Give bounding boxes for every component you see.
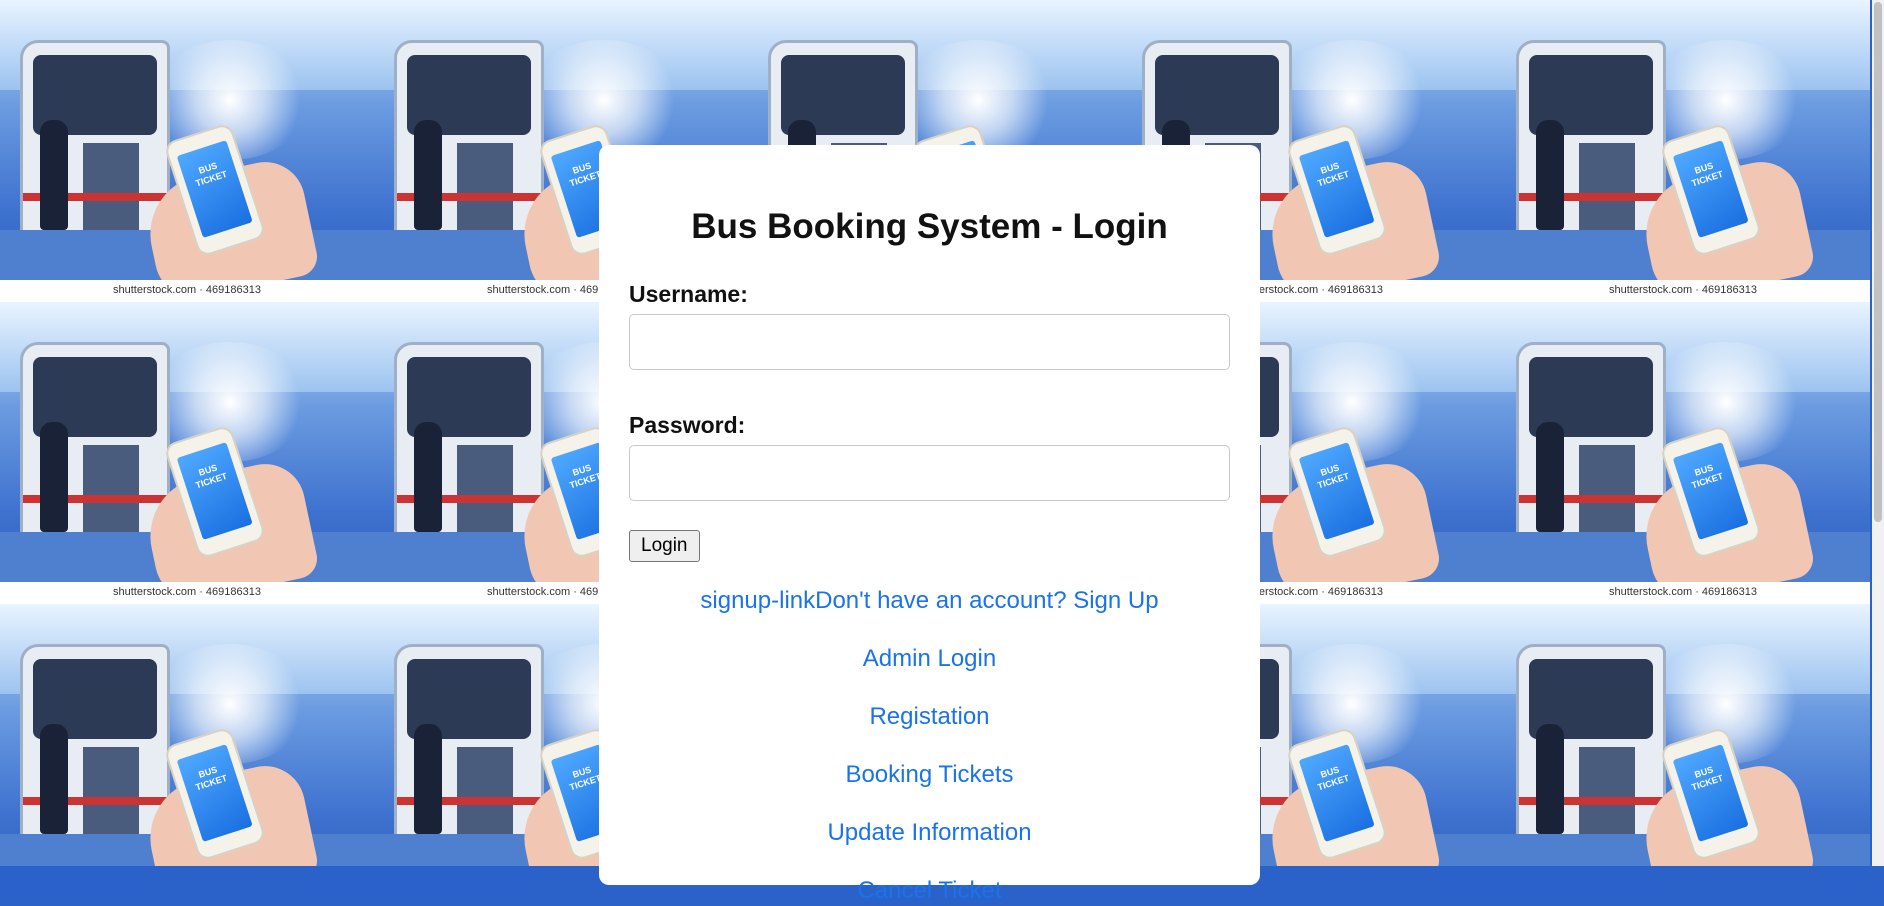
password-label: Password: (629, 412, 746, 438)
watermark-caption: shutterstock.com · 469186313 (0, 280, 374, 302)
watermark-caption: shutterstock.com · 469186313 (1496, 582, 1870, 604)
login-button[interactable]: Login (629, 530, 700, 562)
page-title: Bus Booking System - Login (691, 207, 1168, 246)
background-tile: BUS TICKETshutterstock.com · 469186313 (0, 302, 374, 604)
cancel-ticket-link[interactable]: Cancel Ticket (629, 876, 1230, 906)
username-input[interactable] (629, 314, 1230, 370)
booking-tickets-link[interactable]: Booking Tickets (629, 760, 1230, 790)
update-information-link[interactable]: Update Information (629, 818, 1230, 848)
background-tile: BUS TICKETshutterstock.com · 469186313 (1496, 302, 1870, 604)
background-tile: BUS TICKETshutterstock.com · 469186313 (1496, 604, 1870, 866)
background-tile: BUS TICKETshutterstock.com · 469186313 (1496, 0, 1870, 302)
background-tile: BUS TICKETshutterstock.com · 469186313 (0, 0, 374, 302)
admin-login-link[interactable]: Admin Login (629, 644, 1230, 674)
page-scrollbar[interactable] (1872, 0, 1884, 866)
login-card: Bus Booking System - Login Username: Pas… (599, 145, 1260, 904)
watermark-caption: shutterstock.com · 469186313 (1496, 280, 1870, 302)
background-tile: BUS TICKETshutterstock.com · 469186313 (0, 604, 374, 866)
links-list: signup-linkDon't have an account? Sign U… (629, 586, 1230, 906)
watermark-caption: shutterstock.com · 469186313 (0, 582, 374, 604)
signup-link[interactable]: signup-linkDon't have an account? Sign U… (629, 586, 1230, 616)
registation-link[interactable]: Registation (629, 702, 1230, 732)
username-label: Username: (629, 281, 748, 307)
scrollbar-thumb[interactable] (1874, 2, 1882, 522)
password-input[interactable] (629, 445, 1230, 501)
